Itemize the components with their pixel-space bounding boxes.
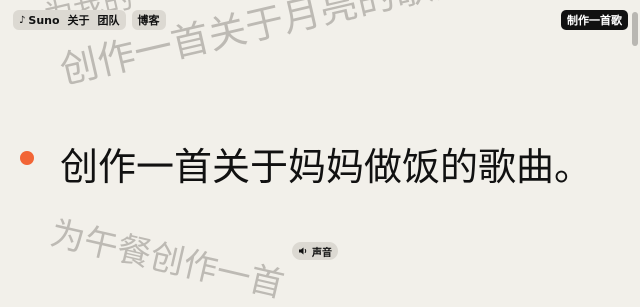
- sound-toggle-button[interactable]: 声音: [292, 242, 338, 260]
- accent-dot: [20, 151, 34, 165]
- make-song-button[interactable]: 制作一首歌: [561, 10, 628, 30]
- nav-item-about[interactable]: 关于: [68, 12, 90, 28]
- main-prompt: 创作一首关于妈妈做饭的歌曲。: [20, 130, 592, 196]
- background-prompt-bottom: 为午餐创作一首: [46, 213, 288, 306]
- top-nav: ♪ Suno 关于 团队 博客: [13, 10, 166, 30]
- brand-logo[interactable]: Suno: [28, 14, 59, 27]
- music-note-icon: ♪: [19, 14, 26, 26]
- main-prompt-text: 创作一首关于妈妈做饭的歌曲。: [60, 144, 593, 189]
- sound-label: 声音: [312, 247, 332, 259]
- nav-item-blog[interactable]: 博客: [131, 10, 166, 30]
- speaker-icon: [299, 247, 307, 255]
- nav-item-team[interactable]: 团队: [98, 12, 120, 28]
- nav-group: ♪ Suno 关于 团队: [13, 10, 126, 30]
- scrollbar[interactable]: [632, 12, 638, 46]
